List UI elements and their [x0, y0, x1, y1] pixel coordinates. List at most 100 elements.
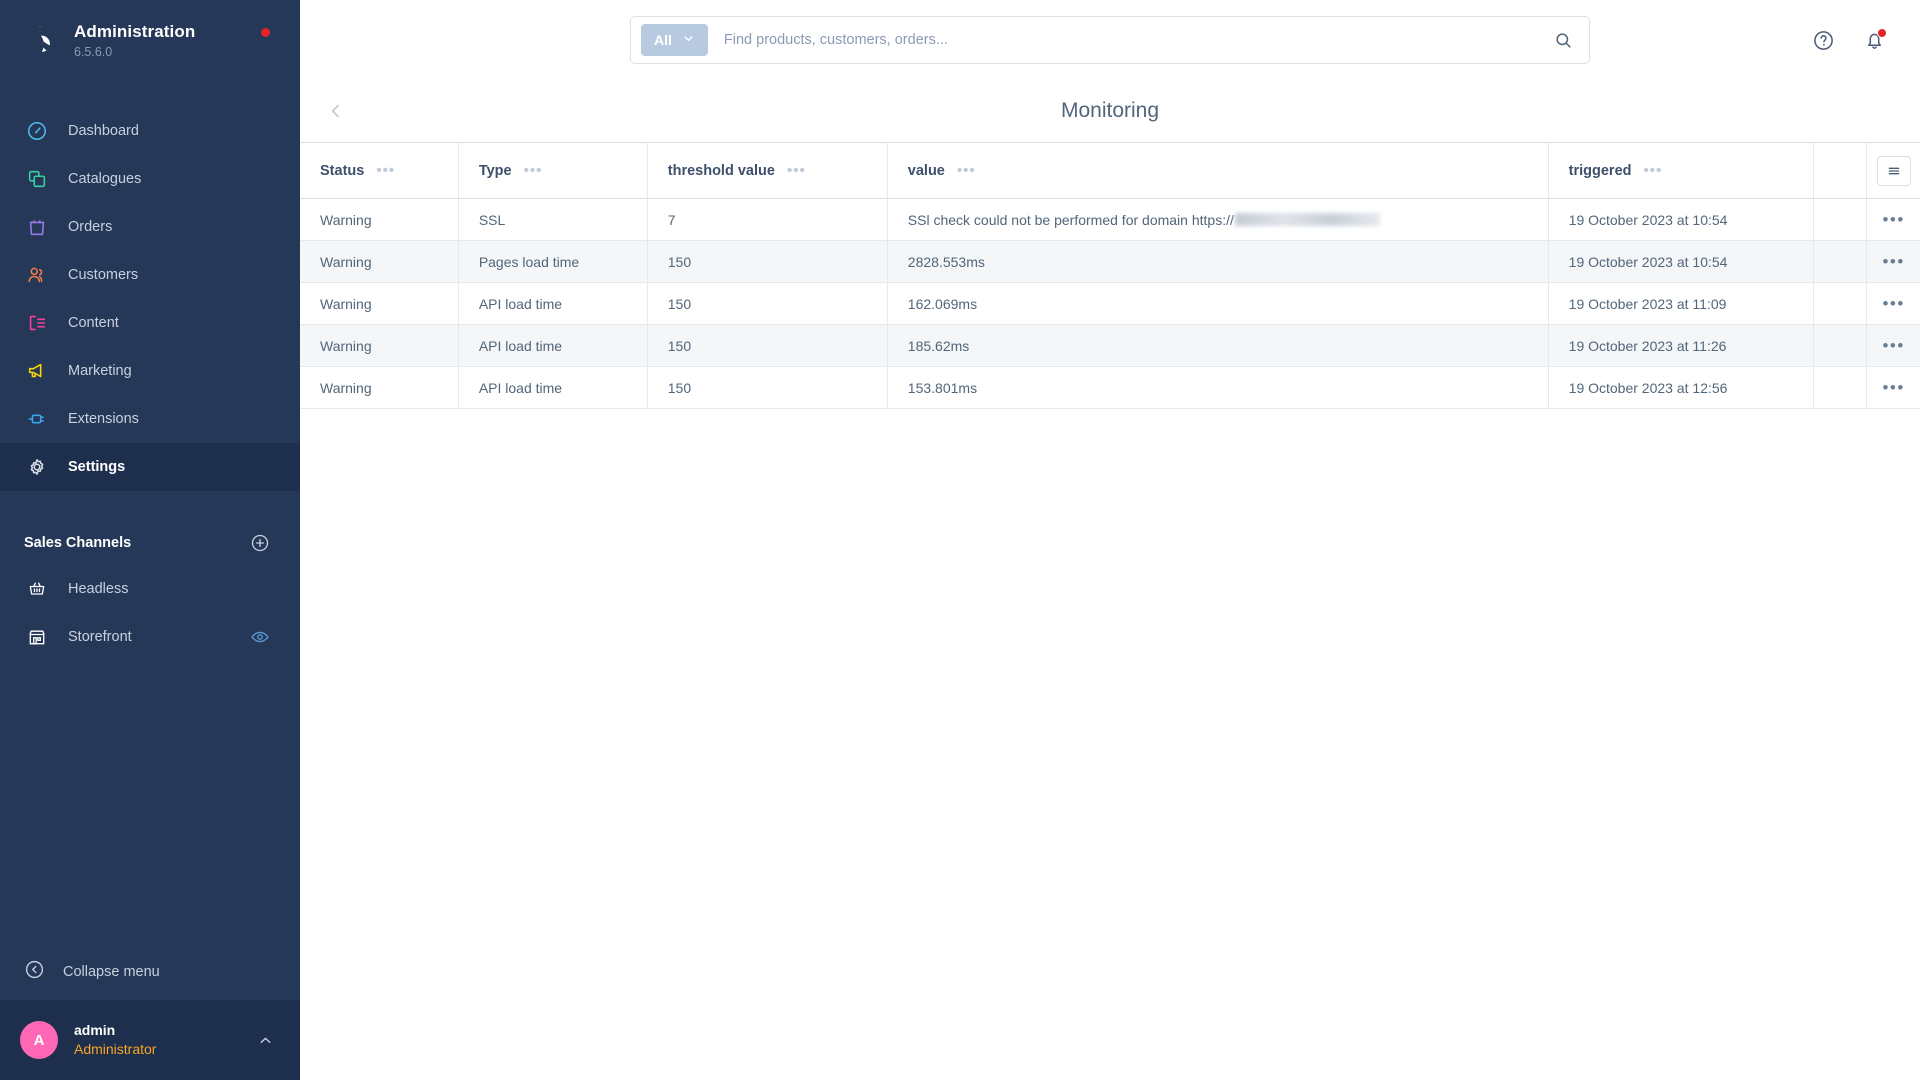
- sidebar-item-label: Settings: [68, 459, 126, 475]
- page-header: Monitoring: [300, 80, 1920, 142]
- cell-value: 153.801ms: [887, 366, 1549, 409]
- collapse-left-icon: [24, 959, 45, 985]
- sidebar-item-content[interactable]: Content: [0, 299, 300, 347]
- sidebar-item-marketing[interactable]: Marketing: [0, 347, 300, 395]
- user-name: admin: [74, 1022, 116, 1038]
- cell-actions: •••: [1867, 199, 1920, 241]
- speedometer-icon: [24, 118, 50, 144]
- column-header-value[interactable]: value •••: [887, 142, 1549, 199]
- collapse-menu-button[interactable]: Collapse menu: [0, 944, 300, 1000]
- cell-type: API load time: [458, 282, 648, 325]
- column-header-spacer: [1813, 142, 1868, 199]
- user-role: Administrator: [74, 1041, 157, 1057]
- column-header-triggered[interactable]: triggered •••: [1548, 142, 1815, 199]
- column-header-label: threshold value: [667, 162, 775, 179]
- sidebar-item-dashboard[interactable]: Dashboard: [0, 107, 300, 155]
- table-row[interactable]: Warning API load time 150 153.801ms 19 O…: [300, 366, 1920, 409]
- cell-type: SSL: [458, 198, 648, 241]
- table-row[interactable]: Warning Pages load time 150 2828.553ms 1…: [300, 240, 1920, 283]
- cell-spacer: [1813, 324, 1868, 367]
- cell-triggered: 19 October 2023 at 12:56: [1548, 366, 1815, 409]
- table-row[interactable]: Warning API load time 150 185.62ms 19 Oc…: [300, 324, 1920, 367]
- search-scope-dropdown[interactable]: All: [641, 24, 708, 56]
- search-input[interactable]: [723, 32, 1554, 48]
- hamburger-menu-icon[interactable]: [1876, 155, 1911, 186]
- table-row[interactable]: Warning API load time 150 162.069ms 19 O…: [300, 282, 1920, 325]
- cell-actions: •••: [1867, 325, 1920, 367]
- cell-triggered: 19 October 2023 at 11:26: [1548, 324, 1815, 367]
- cell-status: Warning: [300, 198, 459, 241]
- sidebar-item-label: Extensions: [68, 411, 139, 427]
- table-row[interactable]: Warning SSL 7 SSl check could not be per…: [300, 198, 1920, 241]
- column-menu-icon[interactable]: •••: [1644, 163, 1663, 178]
- sidebar-item-extensions[interactable]: Extensions: [0, 395, 300, 443]
- more-options-icon[interactable]: •••: [1882, 252, 1904, 271]
- column-menu-icon[interactable]: •••: [524, 163, 543, 178]
- chevron-down-icon: [682, 32, 695, 48]
- shopware-logo-icon: [24, 26, 50, 57]
- cell-threshold-value: 7: [647, 198, 888, 241]
- sales-channel-headless[interactable]: Headless: [0, 565, 300, 613]
- topbar-actions: [1812, 27, 1887, 52]
- global-search: All: [630, 16, 1590, 64]
- eye-icon[interactable]: [250, 627, 270, 647]
- user-meta: admin Administrator: [74, 1021, 257, 1059]
- more-options-icon[interactable]: •••: [1882, 378, 1904, 397]
- cell-spacer: [1813, 240, 1868, 283]
- bag-icon: [24, 214, 50, 240]
- cell-actions: •••: [1867, 283, 1920, 325]
- cell-triggered: 19 October 2023 at 10:54: [1548, 198, 1815, 241]
- sidebar-item-customers[interactable]: Customers: [0, 251, 300, 299]
- column-header-type[interactable]: Type •••: [458, 142, 648, 199]
- cell-actions: •••: [1867, 367, 1920, 409]
- cell-threshold-value: 150: [647, 324, 888, 367]
- cell-value: 185.62ms: [887, 324, 1549, 367]
- more-options-icon[interactable]: •••: [1882, 294, 1904, 313]
- brand-header[interactable]: Administration 6.5.6.0: [0, 0, 300, 83]
- user-menu[interactable]: A admin Administrator: [0, 1000, 300, 1080]
- page-title: Monitoring: [1060, 99, 1160, 122]
- cell-type: API load time: [458, 366, 648, 409]
- sidebar-item-label: Orders: [68, 219, 113, 235]
- sidebar-item-catalogues[interactable]: Catalogues: [0, 155, 300, 203]
- monitoring-table: Status ••• Type ••• threshold value •••: [300, 142, 1920, 409]
- cell-actions: •••: [1867, 241, 1920, 283]
- column-header-label: triggered: [1568, 162, 1632, 179]
- column-header-label: Type: [478, 162, 512, 179]
- cell-type: Pages load time: [458, 240, 648, 283]
- column-header-status[interactable]: Status •••: [300, 142, 459, 199]
- column-header-threshold-value[interactable]: threshold value •••: [647, 142, 888, 199]
- plus-circle-icon[interactable]: [250, 533, 270, 553]
- content-icon: [24, 310, 50, 336]
- help-circle-icon[interactable]: [1812, 29, 1835, 52]
- bell-icon[interactable]: [1863, 27, 1887, 52]
- layers-icon: [24, 166, 50, 192]
- sidebar-item-settings[interactable]: Settings: [0, 443, 300, 491]
- redacted-domain: [1234, 213, 1380, 226]
- search-scope-label: All: [654, 32, 672, 48]
- brand-title: Administration: [74, 22, 196, 41]
- column-menu-icon[interactable]: •••: [376, 163, 395, 178]
- collapse-menu-label: Collapse menu: [63, 964, 160, 980]
- column-menu-icon[interactable]: •••: [957, 163, 976, 178]
- chevron-left-icon[interactable]: [326, 101, 346, 121]
- sidebar: Administration 6.5.6.0 Dashboard Catalog…: [0, 0, 300, 1080]
- chevron-up-icon[interactable]: [257, 1032, 274, 1049]
- more-options-icon[interactable]: •••: [1882, 210, 1904, 229]
- column-header-label: Status: [320, 162, 365, 179]
- storefront-icon: [24, 624, 50, 650]
- megaphone-icon: [24, 358, 50, 384]
- column-menu-icon[interactable]: •••: [787, 163, 806, 178]
- main-navigation: Dashboard Catalogues Orders Customers Co…: [0, 107, 300, 491]
- more-options-icon[interactable]: •••: [1882, 336, 1904, 355]
- cell-type: API load time: [458, 324, 648, 367]
- sales-channel-label: Storefront: [68, 629, 132, 645]
- cell-spacer: [1813, 282, 1868, 325]
- notification-badge: [1877, 27, 1887, 38]
- sidebar-item-orders[interactable]: Orders: [0, 203, 300, 251]
- sales-channel-storefront[interactable]: Storefront: [0, 613, 300, 661]
- cell-threshold-value: 150: [647, 282, 888, 325]
- brand-version: 6.5.6.0: [74, 45, 113, 59]
- search-icon[interactable]: [1554, 31, 1581, 50]
